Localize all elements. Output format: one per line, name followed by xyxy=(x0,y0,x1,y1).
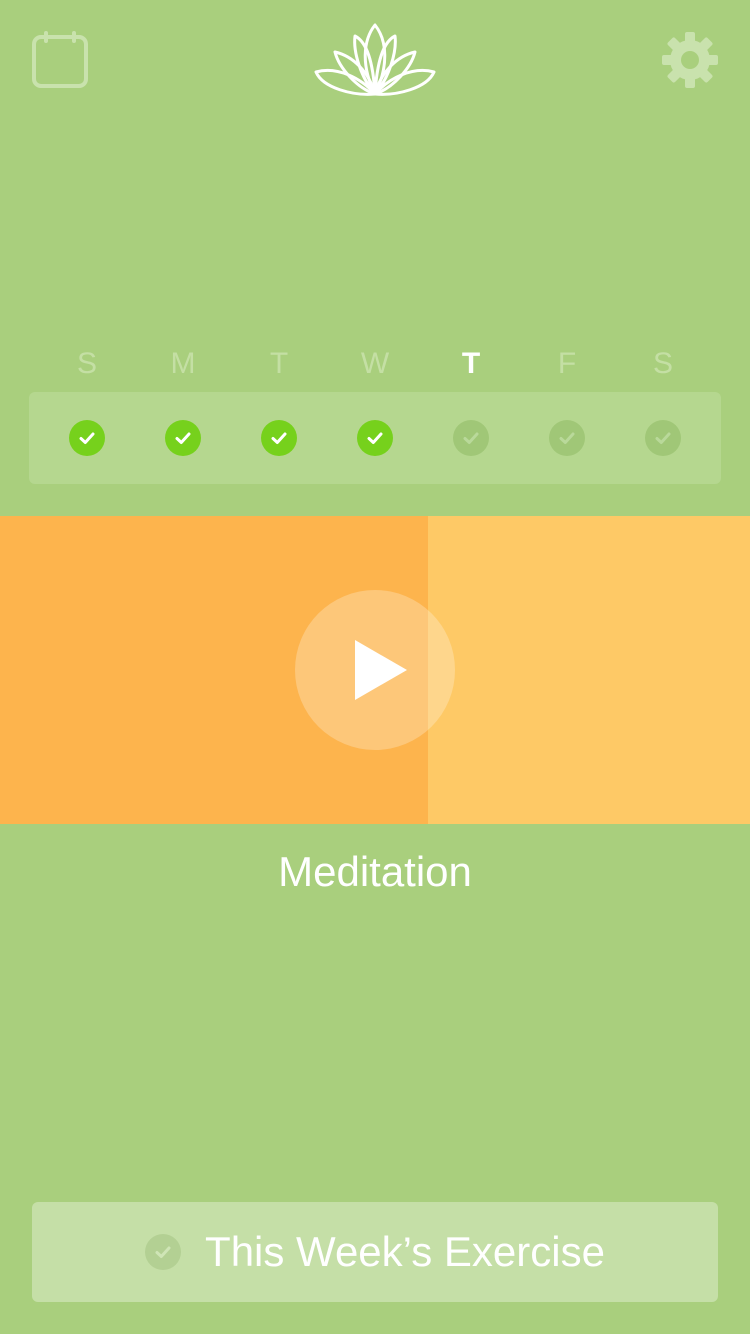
weekday-label: T xyxy=(269,347,289,380)
day-check-icon xyxy=(69,420,105,456)
day-check-icon xyxy=(165,420,201,456)
calendar-icon[interactable] xyxy=(31,31,89,89)
weekday-label: M xyxy=(170,347,196,380)
weekly-exercise-label: This Week’s Exercise xyxy=(205,1228,605,1275)
weekday-label-today: T xyxy=(461,347,481,380)
day-check-icon xyxy=(261,420,297,456)
gear-icon[interactable] xyxy=(661,31,719,89)
day-check-icon xyxy=(357,420,393,456)
weekday-label: W xyxy=(360,347,390,380)
day-check-pending-icon xyxy=(549,420,585,456)
weekday-label: S xyxy=(652,347,673,380)
day-check-pending-icon xyxy=(453,420,489,456)
play-button[interactable] xyxy=(295,590,455,750)
session-title: Meditation xyxy=(278,848,472,895)
weekday-label: F xyxy=(557,347,577,380)
day-check-pending-icon xyxy=(645,420,681,456)
weekday-labels: S M T W T F S xyxy=(39,344,711,384)
week-progress-panel xyxy=(29,392,721,484)
meditation-player[interactable] xyxy=(0,516,750,824)
weekly-exercise-button[interactable]: This Week’s Exercise xyxy=(32,1202,718,1302)
play-icon xyxy=(355,640,407,700)
weekday-label: S xyxy=(76,347,97,380)
check-circle-icon xyxy=(145,1234,182,1270)
lotus-logo-icon xyxy=(313,22,437,98)
